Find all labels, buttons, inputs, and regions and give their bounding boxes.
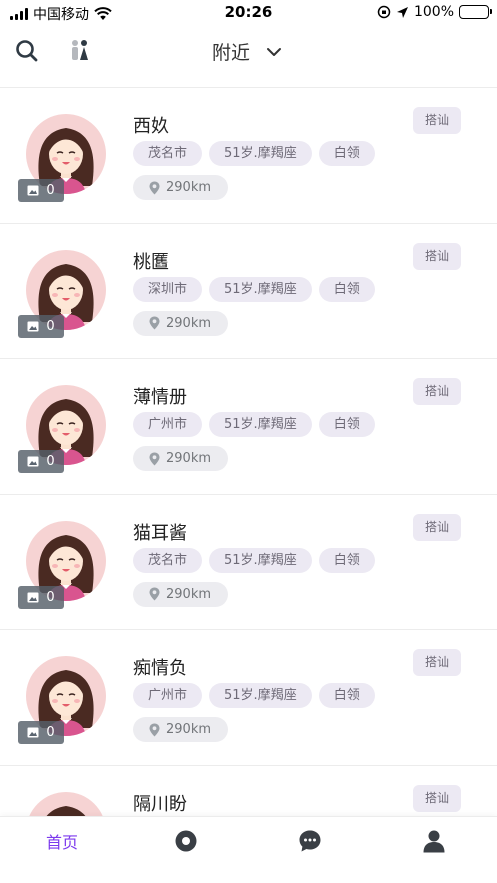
city-tag: 广州市 xyxy=(133,412,203,437)
distance-value: 290km xyxy=(166,451,212,466)
age-sign-tag: 51岁.摩羯座 xyxy=(209,276,312,302)
chat-up-button[interactable]: 搭讪 xyxy=(413,784,461,812)
distance-value: 290km xyxy=(166,180,212,195)
user-tags: 茂名市 51岁.摩羯座 白领 xyxy=(133,547,375,573)
city-tag: 茂名市 xyxy=(133,141,203,166)
photo-count: 0 xyxy=(46,589,55,605)
job-tag: 白领 xyxy=(318,683,375,708)
orientation-lock-icon xyxy=(377,5,391,19)
user-list: 0 西奺 茂名市 51岁.摩羯座 白领 290km 搭讪 0 桃匶 深圳市 51… xyxy=(0,88,497,816)
user-name: 痴情负 xyxy=(133,658,187,679)
image-icon xyxy=(27,185,39,196)
chat-up-button[interactable]: 搭讪 xyxy=(413,513,461,541)
battery-icon xyxy=(459,5,492,19)
user-row[interactable]: 隔川盼 搭讪 xyxy=(0,766,497,816)
age-sign-tag: 51岁.摩羯座 xyxy=(209,141,312,166)
photo-count: 0 xyxy=(46,318,55,334)
user-row[interactable]: 0 薄情册 广州市 51岁.摩羯座 白领 290km 搭讪 xyxy=(0,359,497,495)
chat-up-button[interactable]: 搭讪 xyxy=(413,378,461,405)
status-bar: 中国移动 20:26 100% xyxy=(0,0,497,26)
photo-count-badge: 0 xyxy=(18,179,64,202)
age-sign-tag: 51岁.摩羯座 xyxy=(209,683,312,708)
distance-value: 290km xyxy=(166,722,212,737)
nav-bar: 附近 xyxy=(0,26,497,88)
gender-filter-icon[interactable] xyxy=(67,38,93,64)
user-name: 西奺 xyxy=(133,116,169,137)
photo-count-badge: 0 xyxy=(18,450,64,473)
photo-count: 0 xyxy=(46,183,55,198)
status-right: 100% xyxy=(377,4,492,20)
distance-badge: 290km xyxy=(133,175,229,200)
location-pin-icon xyxy=(149,452,160,465)
user-tags: 广州市 51岁.摩羯座 白领 xyxy=(133,683,375,708)
location-filter-dropdown[interactable]: 附近 xyxy=(212,38,282,65)
photo-count-badge: 0 xyxy=(18,314,64,338)
location-arrow-icon xyxy=(396,6,408,18)
user-row[interactable]: 0 桃匶 深圳市 51岁.摩羯座 白领 290km 搭讪 xyxy=(0,224,497,359)
distance-badge: 290km xyxy=(133,717,229,742)
location-pin-icon xyxy=(149,723,160,736)
job-tag: 白领 xyxy=(318,547,375,573)
tab-discover[interactable] xyxy=(156,828,216,854)
age-sign-tag: 51岁.摩羯座 xyxy=(209,547,312,573)
user-name: 猫耳酱 xyxy=(133,522,187,544)
user-tags: 深圳市 51岁.摩羯座 白领 xyxy=(133,276,375,302)
user-row[interactable]: 0 西奺 茂名市 51岁.摩羯座 白领 290km 搭讪 xyxy=(0,88,497,224)
city-tag: 茂名市 xyxy=(133,547,203,573)
job-tag: 白领 xyxy=(318,276,375,302)
location-pin-icon xyxy=(149,181,160,194)
distance-badge: 290km xyxy=(133,581,229,607)
message-icon xyxy=(299,830,321,852)
age-sign-tag: 51岁.摩羯座 xyxy=(209,412,312,437)
city-tag: 广州市 xyxy=(133,683,203,708)
photo-count: 0 xyxy=(46,454,55,469)
chevron-down-icon xyxy=(267,47,282,56)
discover-icon xyxy=(175,830,197,852)
chat-up-button[interactable]: 搭讪 xyxy=(413,649,461,676)
location-pin-icon xyxy=(149,316,160,330)
tab-message[interactable] xyxy=(280,828,340,854)
image-icon xyxy=(27,727,39,738)
image-icon xyxy=(27,592,39,602)
chat-up-button[interactable]: 搭讪 xyxy=(413,107,461,134)
profile-icon xyxy=(423,830,445,853)
distance-value: 290km xyxy=(166,315,212,331)
user-name: 薄情册 xyxy=(133,387,187,408)
distance-badge: 290km xyxy=(133,310,229,336)
user-tags: 茂名市 51岁.摩羯座 白领 xyxy=(133,141,375,166)
job-tag: 白领 xyxy=(318,412,375,437)
chat-up-button[interactable]: 搭讪 xyxy=(413,242,461,270)
distance-value: 290km xyxy=(166,586,212,602)
user-name: 隔川盼 xyxy=(133,793,187,815)
tab-profile[interactable] xyxy=(404,828,464,854)
photo-count: 0 xyxy=(46,725,55,740)
tab-home[interactable]: 首页 xyxy=(32,828,92,854)
tab-bar: 首页 xyxy=(0,816,497,883)
user-tags: 广州市 51岁.摩羯座 白领 xyxy=(133,412,375,437)
user-row[interactable]: 0 猫耳酱 茂名市 51岁.摩羯座 白领 290km 搭讪 xyxy=(0,495,497,630)
photo-count-badge: 0 xyxy=(18,721,64,744)
location-pin-icon xyxy=(149,587,160,601)
distance-badge: 290km xyxy=(133,446,229,471)
user-row[interactable]: 0 痴情负 广州市 51岁.摩羯座 白领 290km 搭讪 xyxy=(0,630,497,766)
avatar[interactable] xyxy=(26,791,106,816)
user-name: 桃匶 xyxy=(133,251,169,273)
nav-title-label: 附近 xyxy=(212,42,251,64)
photo-count-badge: 0 xyxy=(18,585,64,609)
job-tag: 白领 xyxy=(318,141,375,166)
city-tag: 深圳市 xyxy=(133,276,203,302)
image-icon xyxy=(27,321,39,331)
battery-percent: 100% xyxy=(413,4,454,20)
image-icon xyxy=(27,456,39,467)
search-icon[interactable] xyxy=(14,38,40,64)
